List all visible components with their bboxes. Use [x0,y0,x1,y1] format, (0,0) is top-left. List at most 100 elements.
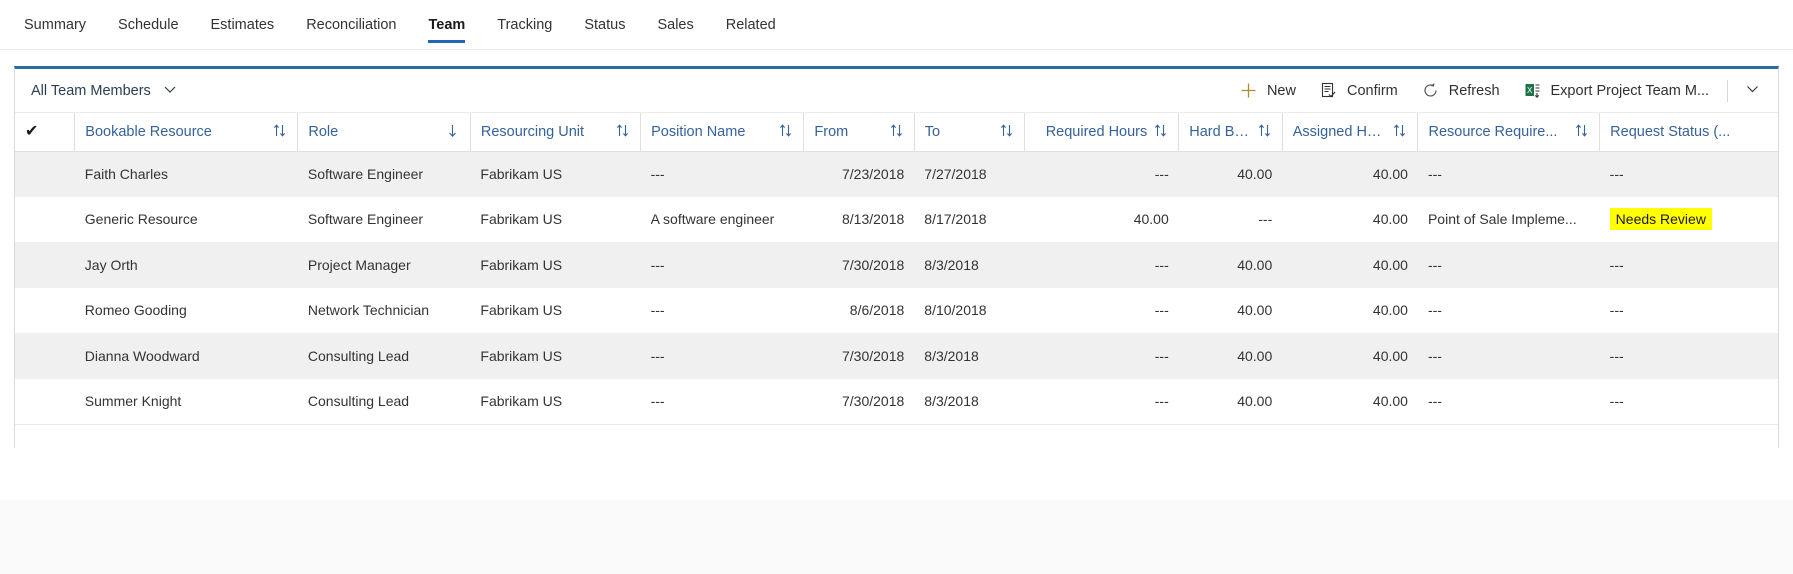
cell-from: 7/23/2018 [803,151,915,197]
cell-link[interactable]: Software Engineer [308,211,461,227]
cell-link[interactable]: Jay Orth [85,257,288,273]
column-header-resource-require[interactable]: Resource Require... [1417,113,1600,152]
confirm-button[interactable]: Confirm [1308,72,1410,110]
cell-role[interactable]: Consulting Lead [297,378,471,424]
select-all-header[interactable]: ✔ [15,113,75,152]
column-header-bookable-resource[interactable]: Bookable Resource [74,113,298,152]
cell-resourcing-unit[interactable]: Fabrikam US [470,287,641,333]
team-grid-panel: All Team Members New Confirm Refresh X E… [14,66,1779,463]
cell-role[interactable]: Software Engineer [297,196,471,242]
sort-unsorted-icon[interactable] [1153,123,1168,142]
column-header-label: Hard Boo... [1189,123,1251,140]
cell-resourcing-unit[interactable]: Fabrikam US [470,242,641,288]
sort-unsorted-icon[interactable] [615,123,630,142]
cell-link[interactable]: Summer Knight [85,393,288,409]
export-project-team-members-button[interactable]: X Export Project Team M... [1512,72,1721,110]
tab-estimates[interactable]: Estimates [195,0,291,49]
cell-link[interactable]: Faith Charles [85,166,288,182]
cell-role[interactable]: Project Manager [297,242,471,288]
sort-unsorted-icon[interactable] [1392,123,1407,142]
table-row[interactable]: Faith Charles Software Engineer Fabrikam U… [15,151,1778,197]
row-select-checkbox[interactable] [15,196,75,242]
cell-bookable-resource[interactable]: Summer Knight [74,378,298,424]
cell-link[interactable]: Point of Sale Impleme... [1428,211,1590,227]
cell-resource-requirement: --- [1417,378,1600,424]
sort-unsorted-icon[interactable] [1574,123,1589,142]
column-header-hard-boo[interactable]: Hard Boo... [1178,113,1283,152]
cell-resourcing-unit[interactable]: Fabrikam US [470,378,641,424]
sort-unsorted-icon[interactable] [272,123,287,142]
cell-resourcing-unit[interactable]: Fabrikam US [470,196,641,242]
row-select-checkbox[interactable] [15,151,75,197]
cell-required-hours: --- [1024,333,1179,379]
row-select-checkbox[interactable] [15,378,75,424]
tab-schedule[interactable]: Schedule [102,0,194,49]
cell-resourcing-unit[interactable]: Fabrikam US [470,151,641,197]
sort-unsorted-icon[interactable] [889,123,904,142]
cell-link[interactable]: Romeo Gooding [85,302,288,318]
cell-bookable-resource[interactable]: Jay Orth [74,242,298,288]
tab-related[interactable]: Related [710,0,792,49]
cell-bookable-resource[interactable]: Faith Charles [74,151,298,197]
tab-team[interactable]: Team [412,0,481,49]
cell-link[interactable]: Network Technician [308,302,461,318]
command-bar-overflow-button[interactable] [1734,72,1770,110]
row-select-checkbox[interactable] [15,242,75,288]
table-row[interactable]: Romeo Gooding Network Technician Fabrikam … [15,287,1778,333]
cell-bookable-resource[interactable]: Romeo Gooding [74,287,298,333]
tab-status[interactable]: Status [568,0,641,49]
cell-role[interactable]: Software Engineer [297,151,471,197]
cell-link[interactable]: Software Engineer [308,166,461,182]
cell-link[interactable]: Consulting Lead [308,348,461,364]
column-header-resourcing-unit[interactable]: Resourcing Unit [469,113,641,152]
cell-link[interactable]: Fabrikam US [480,302,630,318]
cell-request-status: --- [1599,378,1778,424]
cell-link[interactable]: Fabrikam US [480,393,630,409]
tab-summary[interactable]: Summary [8,0,102,49]
column-header-position-name[interactable]: Position Name [640,113,804,152]
row-select-checkbox[interactable] [15,333,75,379]
cell-role[interactable]: Consulting Lead [297,333,471,379]
new-button[interactable]: New [1228,72,1308,110]
sort-unsorted-icon[interactable] [778,123,793,142]
cell-bookable-resource[interactable]: Generic Resource [74,196,298,242]
view-selector[interactable]: All Team Members [27,78,185,104]
sort-unsorted-icon[interactable] [1257,123,1272,142]
cell-link[interactable]: Fabrikam US [480,348,630,364]
cell-link[interactable]: Fabrikam US [480,211,630,227]
sort-unsorted-icon[interactable] [999,123,1014,142]
cell-role[interactable]: Network Technician [297,287,471,333]
column-header-assigned-hours[interactable]: Assigned Hours [1281,113,1418,152]
tab-tracking[interactable]: Tracking [481,0,568,49]
confirm-button-label: Confirm [1346,82,1398,99]
cell-link[interactable]: Generic Resource [85,211,288,227]
column-header-to[interactable]: To [913,113,1025,152]
sort-desc-icon[interactable] [445,123,460,142]
cell-position-name[interactable]: A software engineer [640,196,804,242]
cell-assigned-hours: 40.00 [1282,333,1418,379]
row-select-checkbox[interactable] [15,287,75,333]
tab-sales[interactable]: Sales [641,0,709,49]
table-row[interactable]: Generic Resource Software Engineer Fabrika… [15,196,1778,242]
tab-label: Estimates [210,16,275,33]
cell-bookable-resource[interactable]: Dianna Woodward [74,333,298,379]
cell-link[interactable]: Fabrikam US [480,166,630,182]
cell-link[interactable]: A software engineer [651,211,794,227]
cell-resource-requirement[interactable]: Point of Sale Impleme... [1417,196,1600,242]
column-header-label: Role [308,123,339,140]
column-header-role[interactable]: Role [297,113,471,152]
cell-link[interactable]: Dianna Woodward [85,348,288,364]
table-row[interactable]: Dianna Woodward Consulting Lead Fabrikam U… [15,333,1778,379]
command-bar-separator [1727,79,1728,102]
refresh-button[interactable]: Refresh [1410,72,1512,110]
cell-link[interactable]: Project Manager [308,257,461,273]
tab-reconciliation[interactable]: Reconciliation [290,0,412,49]
column-header-required-hours[interactable]: Required Hours [1024,113,1179,152]
cell-link[interactable]: Consulting Lead [308,393,461,409]
cell-link[interactable]: Fabrikam US [480,257,630,273]
column-header-from[interactable]: From [803,113,915,152]
column-header-request-status[interactable]: Request Status (... [1599,113,1778,152]
cell-resourcing-unit[interactable]: Fabrikam US [470,333,641,379]
table-row[interactable]: Jay Orth Project Manager Fabrikam US --- 7/3… [15,242,1778,288]
table-row[interactable]: Summer Knight Consulting Lead Fabrikam US -… [15,378,1778,424]
